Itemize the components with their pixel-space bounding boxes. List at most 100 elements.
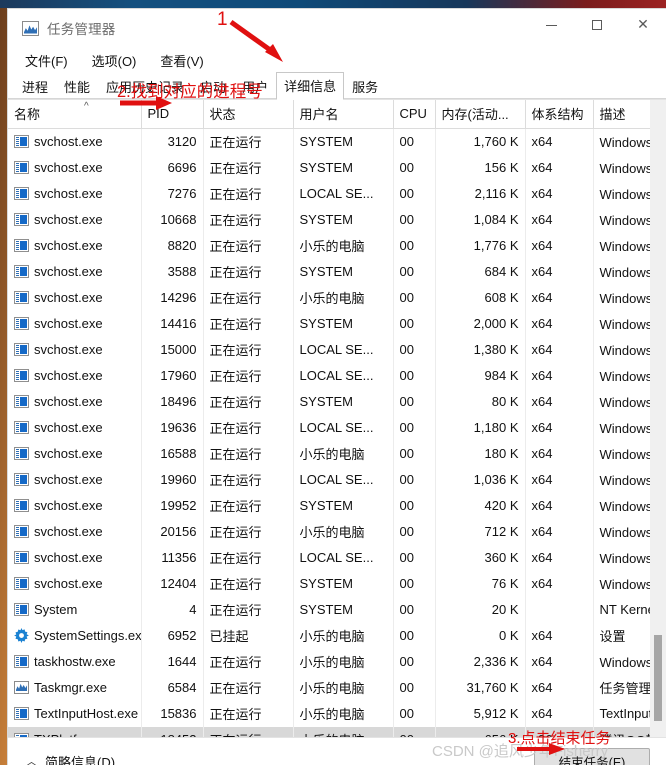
table-row[interactable]: svchost.exe 6696 正在运行 SYSTEM 00 156 Kx64 Windo… (8, 155, 658, 181)
cell-cpu: 00 (393, 311, 436, 337)
table-row[interactable]: svchost.exe 10668 正在运行 SYSTEM 00 1,084 Kx64 Wi… (8, 207, 658, 233)
app-icon (14, 655, 29, 668)
sort-ascending-icon: ^ (84, 101, 89, 112)
cell-cpu: 00 (393, 571, 436, 597)
app-icon (14, 525, 29, 538)
table-row[interactable]: svchost.exe 17960 正在运行 LOCAL SE... 00 984 Kx6… (8, 363, 658, 389)
table-row[interactable]: Taskmgr.exe 6584 正在运行 小乐的电脑 00 31,760 Kx64 任务管… (8, 675, 658, 701)
menu-item-options[interactable]: 选项(O) (89, 50, 140, 71)
cell-architecture: x64 (525, 128, 594, 155)
cell-description: Windows 服... (599, 239, 659, 254)
table-row[interactable]: svchost.exe 3120 正在运行 SYSTEM 00 1,760 Kx64 Win… (8, 128, 658, 155)
table-row[interactable]: svchost.exe 19960 正在运行 LOCAL SE... 00 1,036 K… (8, 467, 658, 493)
cell-username: LOCAL SE... (293, 181, 394, 207)
cell-name: svchost.exe (8, 207, 142, 233)
table-row[interactable]: System 4正在运行SYSTEM0020 K NT Kernel &... (8, 597, 658, 623)
close-button[interactable]: ✕ (620, 9, 666, 41)
tab-app-history[interactable]: 应用历史记录 (98, 73, 192, 100)
menu-item-view[interactable]: 查看(V) (157, 50, 206, 71)
table-row[interactable]: svchost.exe 19952 正在运行 SYSTEM 00 420 Kx64 Wind… (8, 493, 658, 519)
brief-info-toggle[interactable]: ︿ 简略信息(D) (26, 752, 115, 765)
app-icon (14, 265, 29, 278)
vertical-scrollbar-thumb[interactable] (654, 635, 662, 721)
cell-username: 小乐的电脑 (293, 519, 394, 545)
table-row[interactable]: svchost.exe 16588 正在运行 小乐的电脑 00 180 Kx64 Windo… (8, 441, 658, 467)
cell-cpu: 00 (393, 493, 436, 519)
cell-pid: 7276 (141, 181, 204, 207)
cell-memory: 1,776 K (435, 233, 526, 259)
task-manager-window: 任务管理器 ✕ 文件(F) 选项(O) 查看(V) 进程 性能 应用历史记录 启… (8, 9, 666, 765)
cell-status: 正在运行 (203, 415, 294, 441)
tab-performance[interactable]: 性能 (56, 73, 98, 100)
column-header-name[interactable]: 名称 ^ (8, 100, 142, 129)
menu-item-file[interactable]: 文件(F) (22, 50, 71, 71)
table-row[interactable]: svchost.exe 3588 正在运行 SYSTEM 00 684 Kx64 Windo… (8, 259, 658, 285)
cell-cpu: 00 (393, 337, 436, 363)
table-row[interactable]: TextInputHost.exe 15836 正在运行 小乐的电脑 00 5,912 K… (8, 701, 658, 727)
table-row[interactable]: svchost.exe 14416 正在运行 SYSTEM 00 2,000 Kx64 Wi… (8, 311, 658, 337)
process-name: svchost.exe (34, 238, 103, 253)
name-cell-content: svchost.exe (14, 472, 135, 487)
tab-processes[interactable]: 进程 (14, 73, 56, 100)
vertical-scrollbar[interactable] (650, 100, 666, 737)
cell-memory: 2,116 K (435, 181, 526, 207)
cell-cpu: 00 (393, 259, 436, 285)
table-row[interactable]: svchost.exe 18496 正在运行 SYSTEM 00 80 Kx64 Windo… (8, 389, 658, 415)
table-row[interactable]: SystemSettings.exe 6952 已挂起 小乐的电脑 00 0 Kx64 设置 (8, 623, 658, 649)
table-row[interactable]: svchost.exe 12404 正在运行 SYSTEM 00 76 Kx64 Windo… (8, 571, 658, 597)
cell-cpu: 00 (393, 441, 436, 467)
cell-name: svchost.exe (8, 337, 142, 363)
tab-services[interactable]: 服务 (344, 73, 386, 100)
tab-users[interactable]: 用户 (234, 73, 276, 100)
app-icon (14, 499, 29, 512)
process-name: svchost.exe (34, 186, 103, 201)
column-header-username[interactable]: 用户名 (293, 100, 394, 129)
table-row[interactable]: svchost.exe 20156 正在运行 小乐的电脑 00 712 Kx64 Windo… (8, 519, 658, 545)
table-row[interactable]: svchost.exe 7276 正在运行 LOCAL SE... 00 2,116 Kx… (8, 181, 658, 207)
cell-name: TXPlatform.exe (8, 727, 142, 737)
cell-status: 正在运行 (203, 128, 294, 155)
column-header-architecture[interactable]: 体系结构 (525, 100, 594, 129)
cell-memory: 0 K (435, 623, 526, 649)
maximize-button[interactable] (574, 9, 620, 41)
cell-architecture: x64 (525, 181, 594, 207)
name-cell-content: System (14, 602, 135, 617)
process-name: svchost.exe (34, 316, 103, 331)
process-name: svchost.exe (34, 212, 103, 227)
table-row[interactable]: taskhostw.exe 1644 正在运行 小乐的电脑 00 2,336 Kx64 Wi… (8, 649, 658, 675)
window-title: 任务管理器 (47, 22, 116, 37)
process-name: SystemSettings.exe (34, 628, 141, 643)
cell-description: Windows 服... (599, 187, 659, 202)
cell-memory: 984 K (435, 363, 526, 389)
process-table-header: 名称 ^ PID 状态 用户名 CPU 内存(活动... 体系结构 描述 (8, 100, 658, 129)
column-header-description[interactable]: 描述 (593, 100, 658, 129)
column-header-pid[interactable]: PID (141, 100, 204, 129)
app-icon (14, 395, 29, 408)
app-icon (14, 161, 29, 174)
name-cell-content: svchost.exe (14, 368, 135, 383)
table-row[interactable]: TXPlatform.exe18452正在运行小乐的电脑00656 Kx86腾讯… (8, 727, 658, 737)
cell-status: 正在运行 (203, 207, 294, 233)
cell-architecture: x64 (525, 285, 594, 311)
table-row[interactable]: svchost.exe 15000 正在运行 LOCAL SE... 00 1,380 K… (8, 337, 658, 363)
minimize-icon (545, 24, 557, 26)
process-name: svchost.exe (34, 134, 103, 149)
minimize-button[interactable] (528, 9, 574, 41)
cell-username: 小乐的电脑 (293, 233, 394, 259)
table-row[interactable]: svchost.exe 8820 正在运行 小乐的电脑 00 1,776 Kx64 Wind… (8, 233, 658, 259)
cell-status: 正在运行 (203, 571, 294, 597)
name-cell-content: svchost.exe (14, 212, 135, 227)
cell-status: 正在运行 (203, 389, 294, 415)
tab-details[interactable]: 详细信息 (276, 72, 345, 100)
cell-description: TextInputHo... (599, 706, 659, 721)
column-header-cpu[interactable]: CPU (393, 100, 436, 129)
column-header-memory[interactable]: 内存(活动... (435, 100, 526, 129)
tab-startup[interactable]: 启动 (192, 73, 234, 100)
column-header-status[interactable]: 状态 (203, 100, 294, 129)
cell-username: SYSTEM (293, 207, 394, 233)
table-row[interactable]: svchost.exe 14296 正在运行 小乐的电脑 00 608 Kx64 Windo… (8, 285, 658, 311)
cell-architecture: x64 (525, 259, 594, 285)
table-row[interactable]: svchost.exe 19636 正在运行 LOCAL SE... 00 1,180 K… (8, 415, 658, 441)
cell-username: 小乐的电脑 (293, 649, 394, 675)
table-row[interactable]: svchost.exe 11356 正在运行 LOCAL SE... 00 360 Kx6… (8, 545, 658, 571)
